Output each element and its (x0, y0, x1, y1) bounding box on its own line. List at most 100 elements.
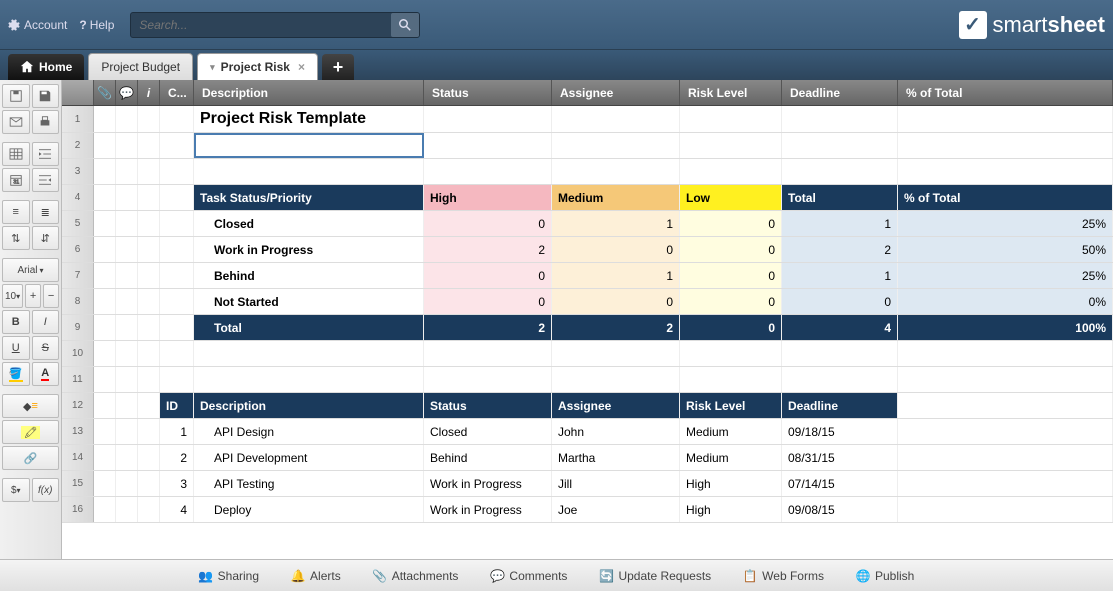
decrease-size[interactable]: − (43, 284, 59, 308)
info-col-header[interactable]: i (138, 80, 160, 105)
formula-button[interactable]: f(x) (32, 478, 60, 502)
grid-row[interactable]: 10 (62, 341, 1113, 367)
search-button[interactable] (391, 13, 419, 37)
row-number[interactable]: 2 (62, 133, 94, 158)
summary-medium-header[interactable]: Medium (552, 185, 680, 210)
grid-view-button[interactable] (2, 142, 30, 166)
close-icon[interactable]: × (298, 60, 305, 74)
summary-row[interactable]: 8 Not Started 0 0 0 0 0% (62, 289, 1113, 315)
summary-pct-header[interactable]: % of Total (898, 185, 1113, 210)
status-col-header[interactable]: Status (424, 80, 552, 105)
attachment-col-header[interactable]: 📎 (94, 80, 116, 105)
row-number[interactable]: 6 (62, 237, 94, 262)
row-number[interactable]: 14 (62, 445, 94, 470)
web-forms-button[interactable]: 📋Web Forms (735, 565, 832, 587)
row-number[interactable]: 12 (62, 393, 94, 418)
publish-button[interactable]: 🌐Publish (848, 565, 922, 587)
text-color-button[interactable]: A (32, 362, 60, 386)
row-number[interactable]: 9 (62, 315, 94, 340)
tab-project-budget[interactable]: Project Budget (88, 53, 193, 80)
comment-icon: 💬 (119, 86, 134, 100)
row-number[interactable]: 1 (62, 106, 94, 132)
rownum-header[interactable] (62, 80, 94, 105)
save-disk-button[interactable] (32, 84, 60, 108)
assignee-col-header[interactable]: Assignee (552, 80, 680, 105)
sheet-title[interactable]: Project Risk Template (194, 106, 424, 132)
summary-total-row[interactable]: 9 Total 2 2 0 4 100% (62, 315, 1113, 341)
comments-button[interactable]: 💬Comments (482, 565, 575, 587)
task-row[interactable]: 14 2 API Development Behind Martha Mediu… (62, 445, 1113, 471)
sharing-button[interactable]: 👥Sharing (191, 565, 267, 587)
row-number[interactable]: 15 (62, 471, 94, 496)
underline-button[interactable]: U (2, 336, 30, 360)
grid-row[interactable]: 11 (62, 367, 1113, 393)
summary-task-header[interactable]: Task Status/Priority (194, 185, 424, 210)
home-tab[interactable]: Home (8, 54, 84, 80)
summary-total-header[interactable]: Total (782, 185, 898, 210)
row-number[interactable]: 5 (62, 211, 94, 236)
row-number[interactable]: 7 (62, 263, 94, 288)
grid-row[interactable]: 1 Project Risk Template (62, 106, 1113, 133)
comment-col-header[interactable]: 💬 (116, 80, 138, 105)
summary-row[interactable]: 6 Work in Progress 2 0 0 2 50% (62, 237, 1113, 263)
sort-desc-button[interactable]: ⇵ (32, 226, 60, 250)
increase-size[interactable]: + (25, 284, 41, 308)
summary-row[interactable]: 7 Behind 0 1 0 1 25% (62, 263, 1113, 289)
add-tab-button[interactable]: + (322, 54, 354, 80)
italic-button[interactable]: I (32, 310, 60, 334)
summary-high-header[interactable]: High (424, 185, 552, 210)
grid-row[interactable]: 3 (62, 159, 1113, 185)
deadline-col-header[interactable]: Deadline (782, 80, 898, 105)
description-col-header[interactable]: Description (194, 80, 424, 105)
logo[interactable]: ✓ smartsheet (959, 11, 1105, 39)
summary-header-row[interactable]: 4 Task Status/Priority High Medium Low T… (62, 185, 1113, 211)
font-size[interactable]: 10▾ (2, 284, 23, 308)
search-input[interactable] (131, 18, 391, 32)
fill-color-button[interactable]: 🪣 (2, 362, 30, 386)
highlight-button[interactable]: 🖍 (2, 420, 59, 444)
row-delete-button[interactable]: ≣ (32, 200, 60, 224)
risk-col-header[interactable]: Risk Level (680, 80, 782, 105)
currency-button[interactable]: $▾ (2, 478, 30, 502)
alerts-button[interactable]: 🔔Alerts (283, 565, 349, 587)
row-number[interactable]: 8 (62, 289, 94, 314)
indent-button[interactable] (32, 142, 60, 166)
task-row[interactable]: 16 4 Deploy Work in Progress Joe High 09… (62, 497, 1113, 523)
help-link[interactable]: ? Help (79, 18, 114, 32)
summary-low-header[interactable]: Low (680, 185, 782, 210)
print-button[interactable] (32, 110, 60, 134)
save-button[interactable] (2, 84, 30, 108)
task-header-row[interactable]: 12 ID Description Status Assignee Risk L… (62, 393, 1113, 419)
row-number[interactable]: 3 (62, 159, 94, 184)
font-select[interactable]: Arial▾ (2, 258, 59, 282)
row-number[interactable]: 10 (62, 341, 94, 366)
row-insert-button[interactable]: ≡ (2, 200, 30, 224)
row-number[interactable]: 16 (62, 497, 94, 522)
id-col-header[interactable]: C... (160, 80, 194, 105)
sort-asc-button[interactable]: ⇅ (2, 226, 30, 250)
account-link[interactable]: Account (8, 18, 67, 32)
row-number[interactable]: 4 (62, 185, 94, 210)
grid-row[interactable]: 2 (62, 133, 1113, 159)
task-row[interactable]: 13 1 API Design Closed John Medium 09/18… (62, 419, 1113, 445)
info-icon: i (147, 86, 150, 100)
conditional-format-button[interactable]: ◆≡ (2, 394, 59, 418)
row-number[interactable]: 11 (62, 367, 94, 392)
main: 31 ≡ ≣ ⇅ ⇵ Arial▾ 10▾ + − B I U S � (0, 80, 1113, 559)
attachments-button[interactable]: 📎Attachments (365, 565, 467, 587)
outdent-button[interactable] (32, 168, 60, 192)
link-button[interactable]: 🔗 (2, 446, 59, 470)
row-number[interactable]: 13 (62, 419, 94, 444)
pct-col-header[interactable]: % of Total (898, 80, 1113, 105)
tab-project-risk[interactable]: ▾ Project Risk × (197, 53, 318, 80)
task-row[interactable]: 15 3 API Testing Work in Progress Jill H… (62, 471, 1113, 497)
calendar-button[interactable]: 31 (2, 168, 30, 192)
summary-row[interactable]: 5 Closed 0 1 0 1 25% (62, 211, 1113, 237)
selected-cell[interactable] (194, 133, 424, 158)
email-button[interactable] (2, 110, 30, 134)
svg-text:31: 31 (13, 180, 19, 186)
bold-button[interactable]: B (2, 310, 30, 334)
strike-button[interactable]: S (32, 336, 60, 360)
update-requests-button[interactable]: 🔄Update Requests (591, 565, 719, 587)
search-icon (399, 19, 411, 31)
